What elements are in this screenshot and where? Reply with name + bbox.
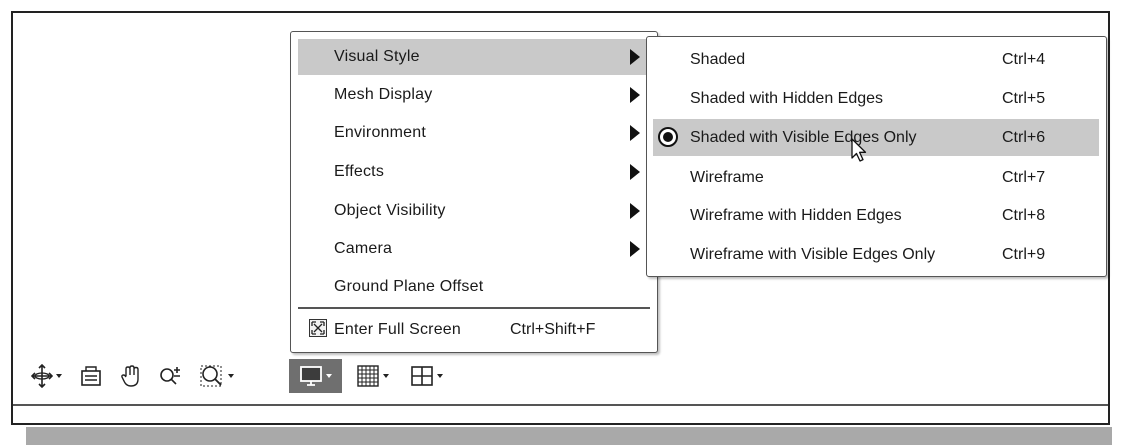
display-settings-icon <box>300 366 322 386</box>
grid-icon <box>356 365 379 387</box>
menu-item-label: Camera <box>334 240 393 257</box>
menu-item-environment[interactable]: Environment <box>298 115 650 151</box>
pan-button[interactable] <box>114 359 148 393</box>
submenu-arrow-icon <box>630 125 640 141</box>
menu-item-label: Object Visibility <box>334 202 446 219</box>
shortcut-label: Ctrl+9 <box>1002 246 1046 263</box>
submenu-item-label: Wireframe <box>690 169 764 186</box>
menu-item-camera[interactable]: Camera <box>298 231 650 267</box>
display-settings-button[interactable] <box>289 359 342 393</box>
submenu-item-wireframe-visible-edges-only[interactable]: Wireframe with Visible Edges Only Ctrl+9 <box>653 236 1099 273</box>
menu-item-enter-full-screen[interactable]: Enter Full Screen Ctrl+Shift+F <box>298 312 650 348</box>
fullscreen-icon <box>309 319 327 337</box>
navigation-toolbar <box>14 353 484 399</box>
status-bar-divider <box>13 404 1108 406</box>
submenu-arrow-icon <box>630 241 640 257</box>
radio-selected-icon <box>658 127 678 147</box>
zoom-window-button[interactable] <box>192 359 240 393</box>
menu-item-label: Enter Full Screen <box>334 321 462 338</box>
shortcut-label: Ctrl+8 <box>1002 207 1046 224</box>
submenu-arrow-icon <box>630 203 640 219</box>
look-at-icon <box>81 366 101 386</box>
viewports-button[interactable] <box>400 359 452 393</box>
submenu-item-label: Wireframe with Visible Edges Only <box>690 246 936 263</box>
mouse-cursor-icon <box>851 138 867 162</box>
submenu-arrow-icon <box>630 164 640 180</box>
zoom-window-icon <box>200 365 222 387</box>
zoom-icon <box>160 367 180 385</box>
dropdown-arrow-icon <box>55 374 62 378</box>
menu-item-label: Effects <box>334 163 385 180</box>
submenu-item-label: Shaded <box>690 51 746 68</box>
shortcut-label: Ctrl+4 <box>1002 51 1046 68</box>
menu-item-label: Mesh Display <box>334 86 433 103</box>
submenu-item-label: Wireframe with Hidden Edges <box>690 207 902 224</box>
menu-item-label: Ground Plane Offset <box>334 278 484 295</box>
dropdown-arrow-icon <box>227 374 234 378</box>
submenu-item-shaded-hidden-edges[interactable]: Shaded with Hidden Edges Ctrl+5 <box>653 80 1099 117</box>
dropdown-arrow-icon <box>436 374 443 378</box>
viewports-icon <box>410 366 433 386</box>
shortcut-label: Ctrl+5 <box>1002 90 1046 107</box>
menu-item-visual-style[interactable]: Visual Style <box>298 39 650 75</box>
submenu-item-shaded-visible-edges-only[interactable]: Shaded with Visible Edges Only Ctrl+6 <box>653 119 1099 156</box>
grid-button[interactable] <box>348 359 396 393</box>
menu-item-label: Environment <box>334 124 427 141</box>
submenu-item-label: Shaded with Visible Edges Only <box>690 129 917 146</box>
submenu-item-wireframe[interactable]: Wireframe Ctrl+7 <box>653 159 1099 196</box>
display-menu: Visual Style Mesh Display Environment Ef… <box>290 31 658 353</box>
zoom-button[interactable] <box>154 359 188 393</box>
menu-separator <box>298 307 650 309</box>
visual-style-submenu: Shaded Ctrl+4 Shaded with Hidden Edges C… <box>646 36 1107 277</box>
look-at-button[interactable] <box>76 359 106 393</box>
submenu-item-wireframe-hidden-edges[interactable]: Wireframe with Hidden Edges Ctrl+8 <box>653 197 1099 234</box>
menu-item-label: Visual Style <box>334 48 420 65</box>
orbit-button[interactable] <box>22 359 70 393</box>
menu-item-mesh-display[interactable]: Mesh Display <box>298 77 650 113</box>
menu-item-object-visibility[interactable]: Object Visibility <box>298 193 650 229</box>
dropdown-arrow-icon <box>326 374 332 378</box>
orbit-icon <box>30 364 53 388</box>
dropdown-arrow-icon <box>382 374 389 378</box>
pan-hand-icon <box>121 365 139 387</box>
menu-item-ground-plane-offset[interactable]: Ground Plane Offset <box>298 269 650 305</box>
shortcut-label: Ctrl+Shift+F <box>510 321 596 338</box>
submenu-arrow-icon <box>630 49 640 65</box>
submenu-arrow-icon <box>630 87 640 103</box>
submenu-item-label: Shaded with Hidden Edges <box>690 90 884 107</box>
shortcut-label: Ctrl+7 <box>1002 169 1046 186</box>
shortcut-label: Ctrl+6 <box>1002 129 1046 146</box>
menu-item-effects[interactable]: Effects <box>298 154 650 190</box>
frame-shadow <box>26 427 1112 445</box>
submenu-item-shaded[interactable]: Shaded Ctrl+4 <box>653 41 1099 78</box>
